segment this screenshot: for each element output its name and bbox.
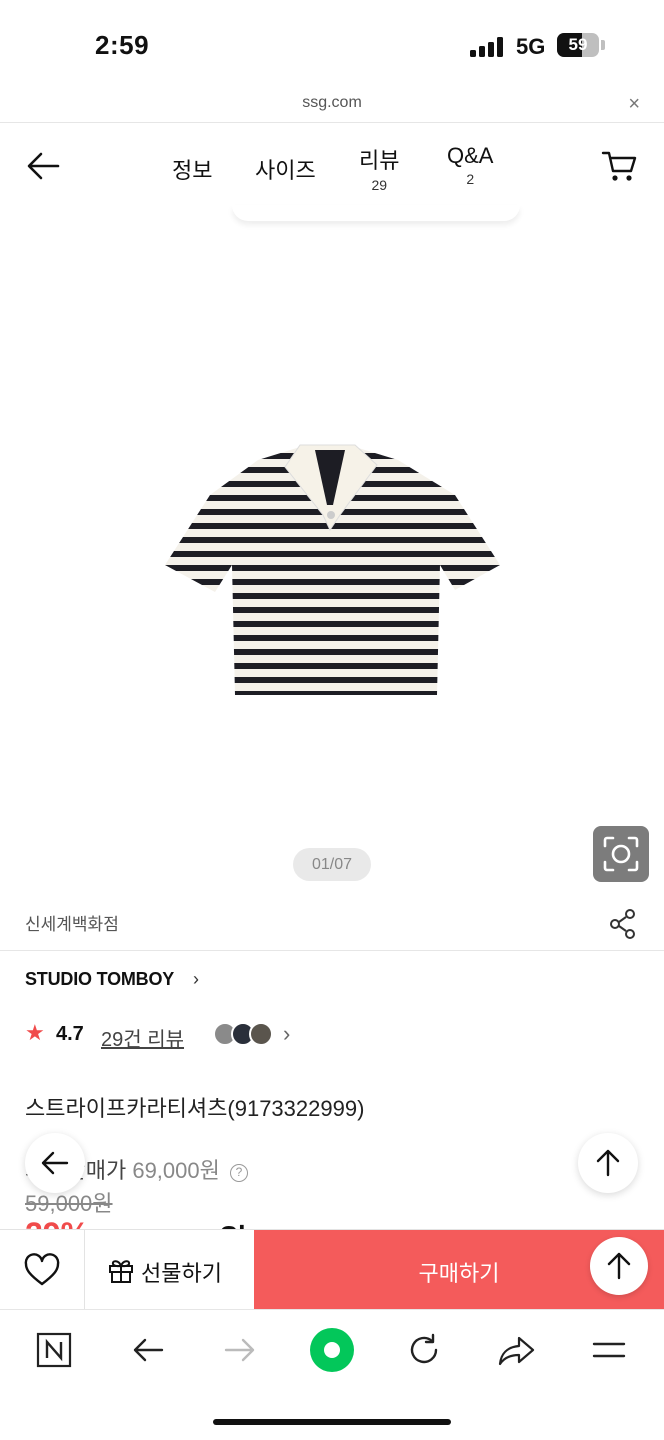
status-bar: 2:59 5G 59 [0,0,664,90]
review-count-link[interactable]: 29건 리뷰 [101,1023,184,1052]
signal-icon [470,37,506,57]
help-icon[interactable]: ? [229,1164,248,1182]
product-image[interactable] [155,425,510,705]
tab-size-label: 사이즈 [255,158,316,183]
brand-link[interactable]: STUDIO TOMBOY [25,969,174,990]
chevron-right-icon[interactable]: › [283,1021,290,1047]
tab-qna-label: Q&A [447,143,494,168]
cart-icon[interactable] [601,150,637,189]
battery-icon: 59 [557,33,599,57]
gallery-counter: 01/07 [293,848,371,881]
review-thumbnails[interactable] [213,1022,279,1048]
forward-arrow-icon[interactable] [222,1330,258,1375]
home-indicator [213,1419,451,1425]
price-value: 69,000원 [132,1158,220,1183]
status-time: 2:59 [95,30,150,60]
lens-search-icon[interactable] [593,826,649,882]
tab-review-count: 29 [371,177,388,193]
battery-level: 59 [568,35,588,54]
url-text[interactable]: ssg.com [0,94,664,112]
back-arrow-icon [41,1151,69,1175]
arrow-up-icon [596,1149,620,1177]
green-circle-icon[interactable] [308,1326,356,1379]
divider [0,950,664,951]
purchase-bar: 선물하기 구매하기 [0,1229,664,1310]
tab-info[interactable]: 정보 [172,153,212,185]
rating-score: 4.7 [56,1023,84,1045]
gift-label: 선물하기 [141,1261,222,1286]
chevron-right-icon[interactable]: › [193,969,199,990]
gift-icon [109,1260,133,1283]
battery-tip [601,40,605,50]
heart-icon [24,1253,60,1286]
seller-name[interactable]: 신세계백화점 [25,910,119,935]
gift-button[interactable]: 선물하기 [85,1230,254,1310]
share-icon[interactable] [608,908,638,945]
floating-back-button[interactable] [25,1133,85,1193]
tab-review[interactable]: 리뷰 29 [359,143,399,193]
tab-qna-count: 2 [466,171,475,187]
tab-review-label: 리뷰 [359,148,400,173]
close-icon[interactable]: × [628,93,640,116]
back-arrow-icon[interactable] [26,151,60,186]
product-name: 스트라이프카라티셔츠(9173322999) [25,1096,365,1121]
menu-icon[interactable] [591,1330,627,1375]
arrow-up-icon [607,1252,631,1280]
tab-info-label: 정보 [172,158,213,183]
naver-n-icon[interactable] [36,1330,72,1375]
scroll-top-button[interactable] [590,1237,648,1295]
tab-qna[interactable]: Q&A 2 [447,143,493,187]
review-thumb [249,1022,273,1046]
share-arrow-icon[interactable] [498,1330,536,1375]
tab-pill-shadow [232,205,520,221]
refresh-icon[interactable] [406,1330,442,1375]
scroll-top-button[interactable] [578,1133,638,1193]
back-arrow-icon[interactable] [130,1330,166,1375]
url-bar[interactable]: ssg.com × [0,90,664,123]
tab-size[interactable]: 사이즈 [255,153,316,185]
product-nav: 정보 사이즈 리뷰 29 Q&A 2 [0,123,664,213]
wishlist-button[interactable] [0,1230,85,1310]
star-icon: ★ [25,1020,45,1045]
network-type: 5G [516,34,546,59]
